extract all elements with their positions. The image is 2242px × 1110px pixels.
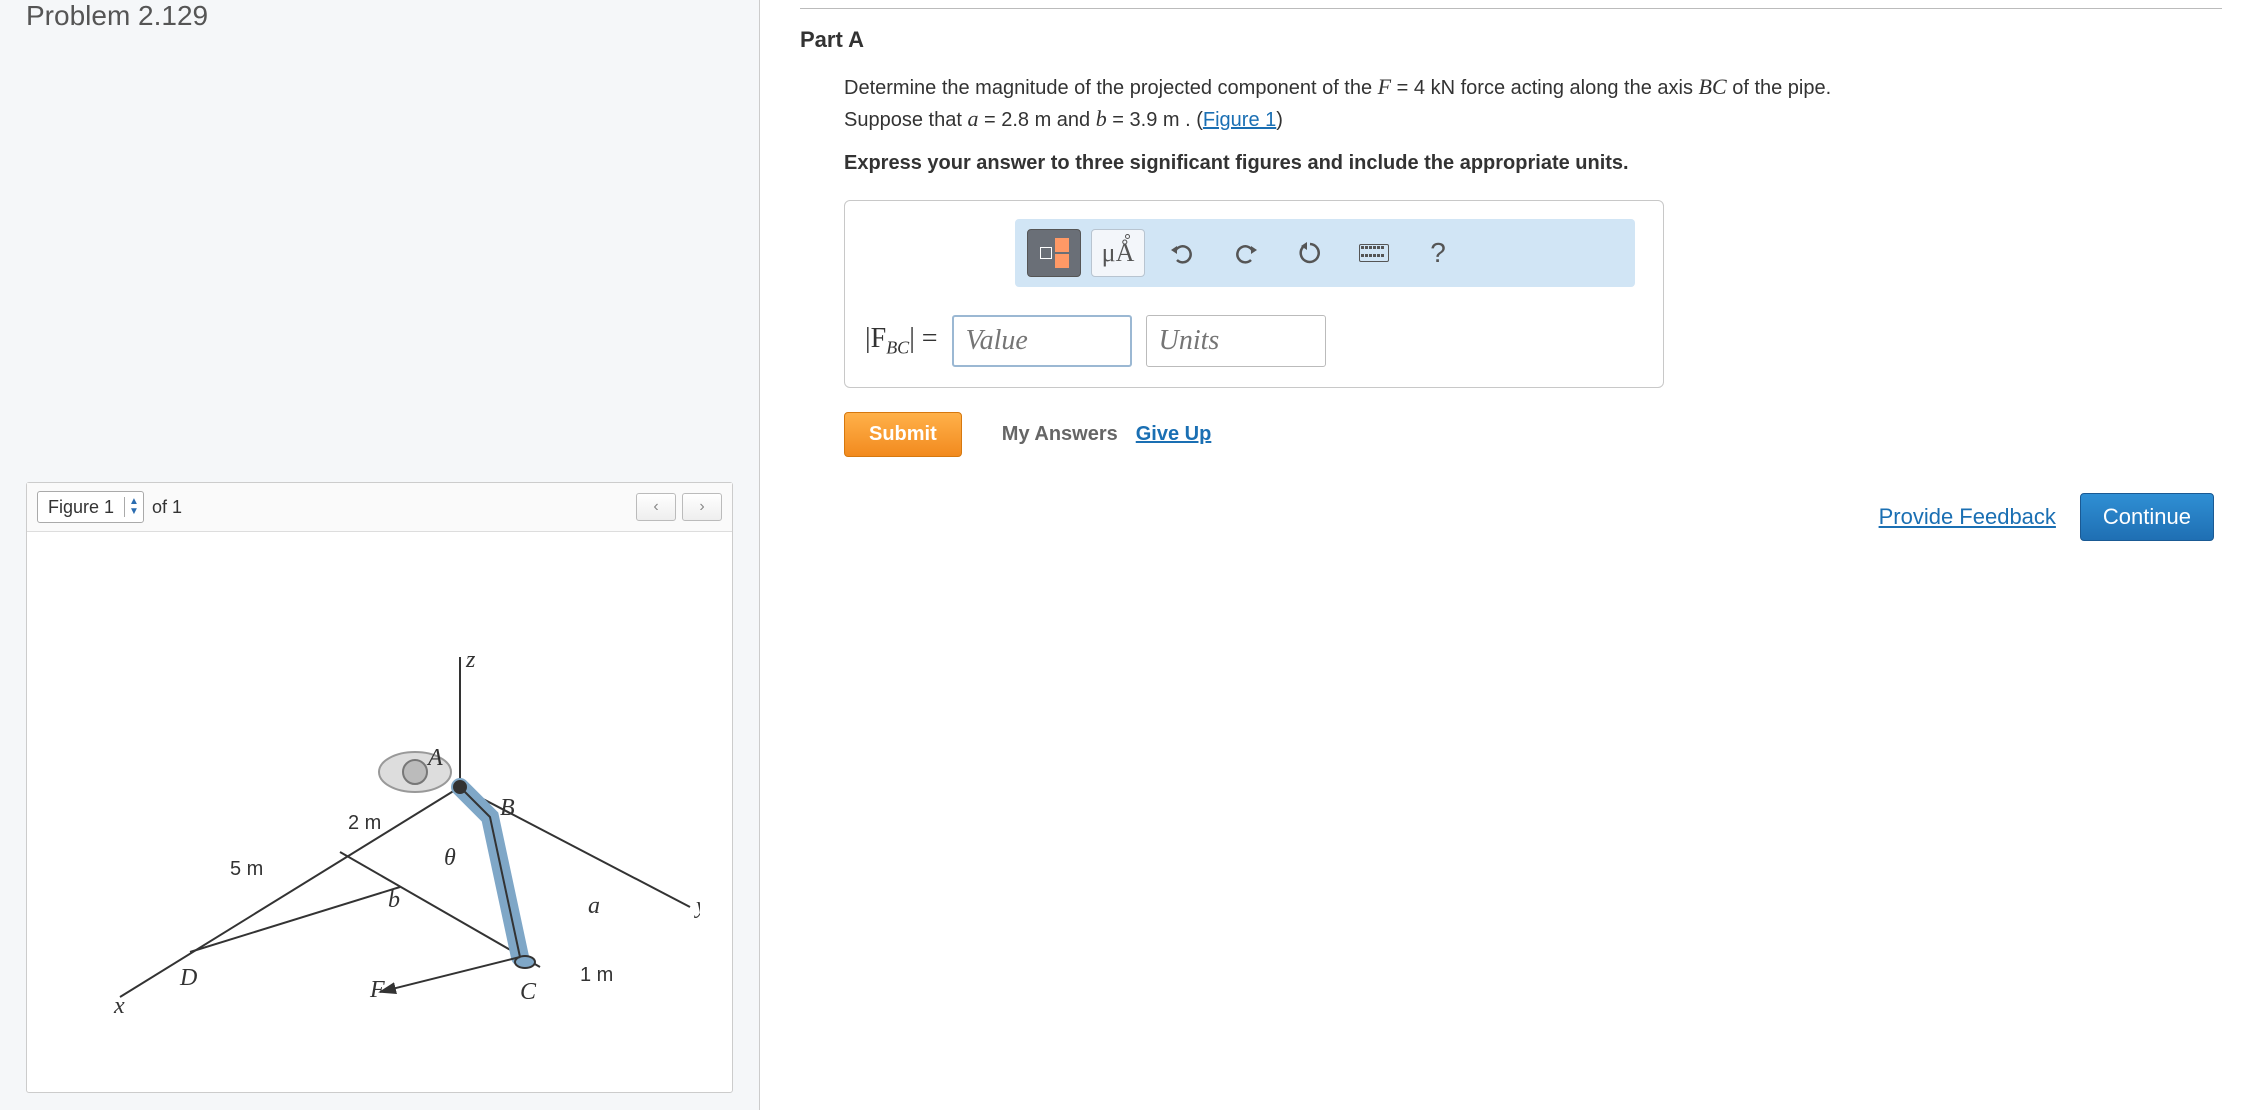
redo-icon	[1233, 242, 1259, 264]
help-icon: ?	[1430, 237, 1446, 269]
figure-selector[interactable]: Figure 1 ▲▼	[37, 491, 144, 523]
my-answers-label: My Answers	[1002, 423, 1118, 446]
submit-row: Submit My Answers Give Up	[844, 412, 2222, 457]
svg-text:a: a	[588, 893, 600, 919]
ring-icon	[1125, 234, 1130, 239]
svg-text:b: b	[388, 887, 400, 913]
symbols-button[interactable]: μÅ	[1091, 229, 1145, 277]
figure-next-button[interactable]: ›	[682, 493, 722, 521]
svg-text:F: F	[369, 977, 385, 1003]
value-input[interactable]	[952, 315, 1132, 367]
svg-text:5 m: 5 m	[230, 858, 263, 880]
svg-text:x: x	[113, 993, 125, 1019]
keyboard-button[interactable]	[1347, 229, 1401, 277]
reset-icon	[1297, 240, 1323, 266]
left-panel: Problem 2.129 Figure 1 ▲▼ of 1 ‹ ›	[0, 0, 760, 1110]
part-title: Part A	[800, 27, 2222, 53]
figure-header: Figure 1 ▲▼ of 1 ‹ ›	[27, 483, 732, 532]
redo-button[interactable]	[1219, 229, 1273, 277]
answer-box: μÅ ?	[844, 200, 1664, 388]
undo-button[interactable]	[1155, 229, 1209, 277]
problem-title: Problem 2.129	[0, 0, 759, 36]
figure-count: of 1	[152, 497, 182, 518]
figure-select-label: Figure 1	[38, 497, 124, 518]
answer-input-row: |FBC| =	[865, 315, 1643, 367]
prompt-line-2: Suppose that a = 2.8 m and b = 3.9 m . (…	[844, 103, 2222, 135]
divider	[800, 8, 2222, 9]
footer-row: Provide Feedback Continue	[800, 493, 2222, 541]
mu-a-icon: μÅ	[1102, 238, 1135, 268]
figure-select-stepper-icon[interactable]: ▲▼	[124, 497, 143, 517]
reset-button[interactable]	[1283, 229, 1337, 277]
instruction: Express your answer to three significant…	[844, 149, 2222, 178]
figure-prev-button[interactable]: ‹	[636, 493, 676, 521]
help-button[interactable]: ?	[1411, 229, 1465, 277]
svg-text:D: D	[179, 965, 197, 991]
svg-text:y: y	[694, 893, 700, 919]
svg-text:θ: θ	[444, 845, 456, 871]
prompt-line-1: Determine the magnitude of the projected…	[844, 71, 2222, 103]
variable-label: |FBC| =	[865, 323, 938, 359]
svg-text:2 m: 2 m	[348, 812, 381, 834]
give-up-link[interactable]: Give Up	[1136, 423, 1212, 446]
continue-button[interactable]: Continue	[2080, 493, 2214, 541]
svg-text:B: B	[500, 795, 515, 821]
submit-button[interactable]: Submit	[844, 412, 962, 457]
svg-text:A: A	[426, 745, 443, 771]
svg-text:C: C	[520, 979, 537, 1005]
template-picker-button[interactable]	[1027, 229, 1081, 277]
keyboard-icon	[1359, 244, 1389, 262]
figure-link[interactable]: Figure 1	[1203, 109, 1276, 131]
figure-body: z y x A B C D b a θ F 2 m 5 m	[27, 532, 732, 1092]
answer-toolbar: μÅ ?	[1015, 219, 1635, 287]
svg-text:z: z	[465, 647, 476, 673]
units-input[interactable]	[1146, 315, 1326, 367]
right-panel: Part A Determine the magnitude of the pr…	[760, 0, 2242, 1110]
figure-diagram: z y x A B C D b a θ F 2 m 5 m	[60, 597, 700, 1027]
figure-panel: Figure 1 ▲▼ of 1 ‹ ›	[26, 482, 733, 1093]
fraction-icon	[1040, 238, 1069, 268]
undo-icon	[1169, 242, 1195, 264]
provide-feedback-link[interactable]: Provide Feedback	[1879, 504, 2056, 530]
svg-text:1 m: 1 m	[580, 964, 613, 986]
chevron-left-icon: ‹	[653, 498, 658, 516]
chevron-right-icon: ›	[699, 498, 704, 516]
